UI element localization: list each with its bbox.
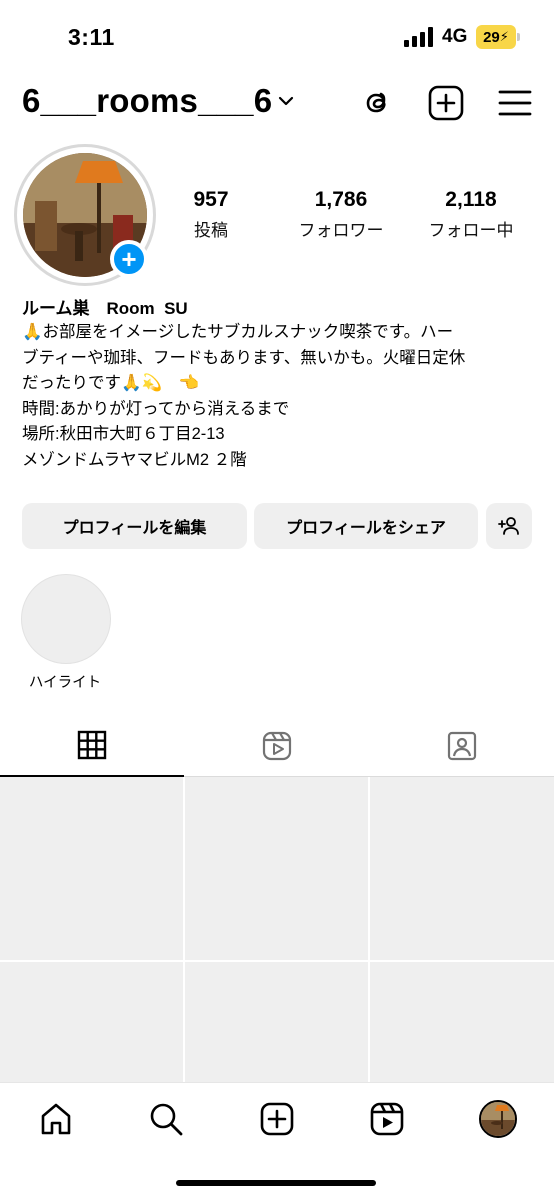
followers-value: 1,786: [314, 188, 368, 211]
grid-icon: [77, 730, 107, 760]
post-thumbnail[interactable]: [185, 962, 368, 1082]
bio: 🙏お部屋をイメージしたサブカルスナック喫茶です。ハー ブティーや珈琲、フードもあ…: [22, 320, 542, 473]
battery-level: 29: [483, 28, 500, 46]
following-label: フォロー中: [428, 221, 514, 240]
content-tabs: [0, 715, 554, 777]
tab-tagged[interactable]: [370, 715, 554, 777]
bio-line: だったりです🙏💫 👈: [22, 374, 200, 392]
discover-people-button[interactable]: [486, 503, 532, 549]
bio-line: メゾンドムラヤマビルM2 ２階: [22, 450, 247, 469]
search-icon: [150, 1103, 183, 1136]
menu-icon[interactable]: [496, 84, 534, 122]
add-story-button[interactable]: +: [110, 240, 148, 278]
home-icon: [41, 1103, 71, 1135]
post-thumbnail[interactable]: [0, 777, 183, 960]
create-icon: [260, 1102, 294, 1136]
nav-home[interactable]: [36, 1099, 76, 1139]
tagged-icon: [447, 731, 477, 761]
account-switcher[interactable]: 6___rooms___6: [22, 82, 294, 120]
posts-value: 957: [193, 188, 229, 211]
bio-line: 場所:秋田市大町６丁目2-13: [22, 425, 225, 443]
followers-label: フォロワー: [298, 221, 384, 240]
profile-header: 6___rooms___6: [0, 80, 554, 132]
signal-icon: [404, 27, 433, 47]
chevron-down-icon: [279, 96, 294, 106]
tab-reels[interactable]: [185, 715, 369, 777]
highlight-label: ハイライト: [28, 675, 102, 691]
tab-posts[interactable]: [0, 715, 184, 777]
threads-icon[interactable]: [358, 84, 396, 122]
post-thumbnail[interactable]: [185, 777, 368, 960]
bio-line: 時間:あかりが灯ってから消えるまで: [22, 399, 290, 418]
nav-reels[interactable]: [367, 1099, 407, 1139]
nav-profile[interactable]: [478, 1099, 518, 1139]
reels-icon: [370, 1102, 404, 1136]
status-time: 3:11: [68, 24, 115, 50]
bio-line: 🙏お部屋をイメージしたサブカルスナック喫茶です。ハー: [22, 323, 454, 341]
following-value: 2,118: [445, 188, 497, 211]
nav-create[interactable]: [257, 1099, 297, 1139]
post-thumbnail[interactable]: [0, 962, 183, 1082]
following-count[interactable]: 2,118 フォロー中: [406, 188, 536, 241]
post-thumbnail[interactable]: [370, 962, 554, 1082]
status-bar: 3:11 4G 29 ⚡: [0, 0, 554, 74]
create-plus-icon[interactable]: [427, 84, 465, 122]
followers-count[interactable]: 1,786 フォロワー: [276, 188, 406, 241]
posts-label: 投稿: [194, 221, 228, 240]
bio-line: ブティーや珈琲、フードもあります、無いかも。火曜日定休: [22, 348, 466, 367]
network-type: 4G: [442, 26, 468, 47]
post-thumbnail[interactable]: [370, 777, 554, 960]
share-profile-button[interactable]: プロフィールをシェア: [254, 503, 478, 549]
username: 6___rooms___6: [22, 82, 273, 119]
display-name: ルーム巣 Room SU: [22, 299, 188, 318]
battery-cap: [517, 33, 520, 41]
home-indicator: [176, 1180, 376, 1186]
add-person-icon: [498, 517, 519, 535]
nav-search[interactable]: [146, 1099, 186, 1139]
battery-icon: 29 ⚡: [476, 25, 516, 49]
edit-profile-button[interactable]: プロフィールを編集: [22, 503, 247, 549]
posts-count[interactable]: 957 投稿: [146, 188, 276, 241]
highlight-new[interactable]: [21, 574, 111, 664]
reels-icon: [262, 731, 292, 761]
profile-avatar-small: [479, 1100, 517, 1138]
posts-grid: [0, 777, 554, 1083]
